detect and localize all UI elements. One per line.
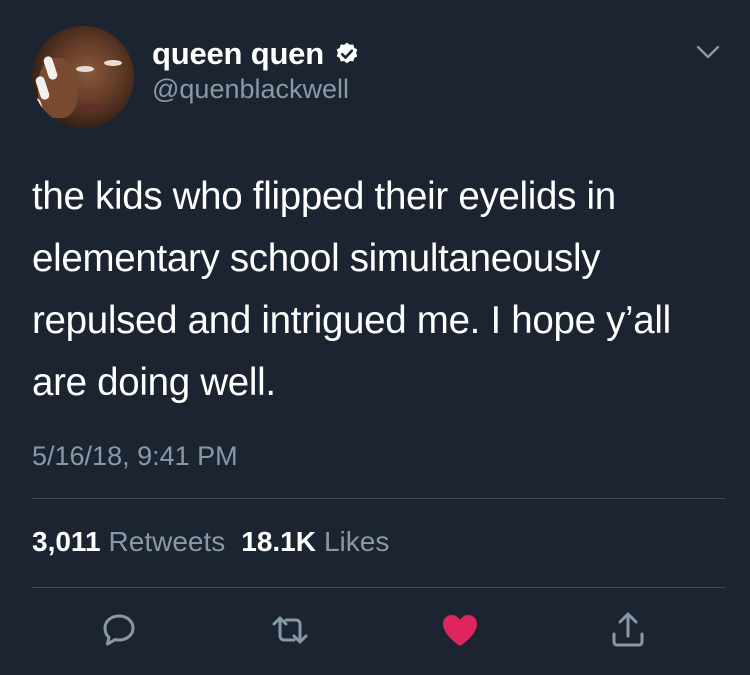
divider bbox=[32, 587, 725, 588]
avatar-eye bbox=[104, 60, 122, 66]
heart-icon bbox=[443, 615, 477, 646]
reply-button[interactable] bbox=[97, 608, 141, 652]
likes-label[interactable]: Likes bbox=[324, 526, 389, 558]
likes-count[interactable]: 18.1K bbox=[241, 526, 316, 558]
name-row: queen quen bbox=[152, 34, 360, 74]
verified-badge-icon bbox=[336, 42, 358, 64]
retweets-count[interactable]: 3,011 bbox=[32, 526, 101, 558]
retweets-label[interactable]: Retweets bbox=[109, 526, 226, 558]
user-handle[interactable]: @quenblackwell bbox=[152, 74, 349, 105]
share-button[interactable] bbox=[606, 608, 650, 652]
tweet-text: the kids who flipped their eyelids in el… bbox=[32, 175, 671, 404]
retweet-arrows-icon bbox=[272, 616, 308, 644]
retweet-button[interactable] bbox=[268, 608, 312, 652]
chevron-down-icon[interactable] bbox=[694, 42, 722, 62]
tweet-card: queen quen @quenblackwell the kids who f… bbox=[0, 0, 750, 675]
avatar-mouth bbox=[80, 104, 102, 112]
speech-bubble-icon bbox=[103, 614, 135, 646]
like-button[interactable] bbox=[438, 608, 482, 652]
tweet-timestamp[interactable]: 5/16/18, 9:41 PM bbox=[32, 441, 238, 472]
avatar-eye bbox=[76, 66, 94, 72]
avatar[interactable] bbox=[32, 26, 134, 128]
divider bbox=[32, 498, 725, 499]
display-name[interactable]: queen quen bbox=[152, 36, 324, 72]
tweet-stats: 3,011 Retweets 18.1K Likes bbox=[32, 526, 389, 558]
share-upload-icon bbox=[612, 612, 644, 647]
